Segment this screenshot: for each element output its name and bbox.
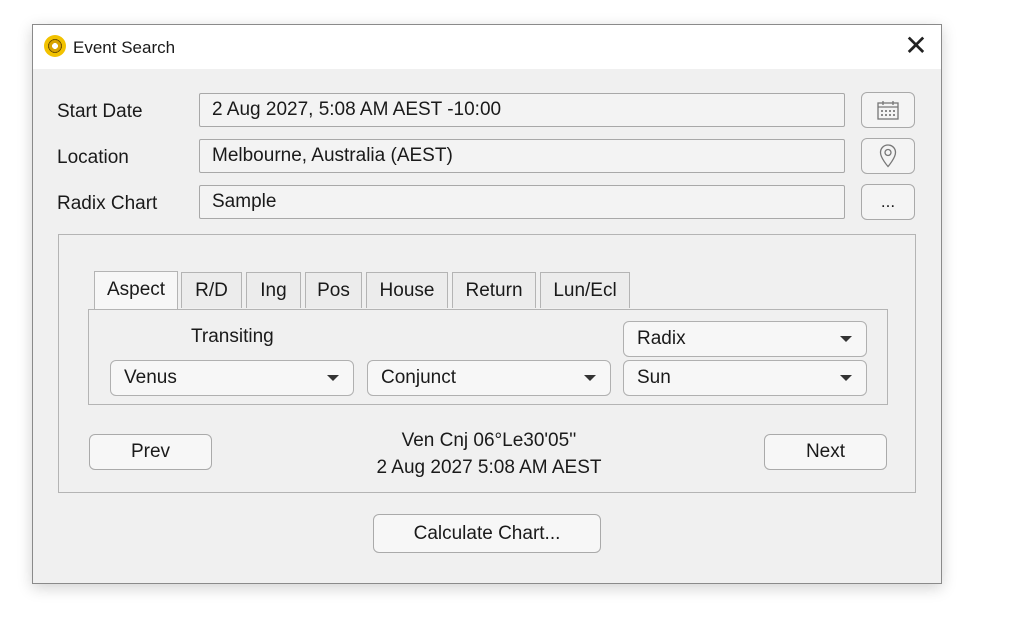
tab-aspect[interactable]: Aspect: [94, 271, 178, 309]
search-options-group: Aspect R/D Ing Pos House Return Lun/Ecl …: [58, 234, 916, 493]
tab-rd[interactable]: R/D: [181, 272, 242, 308]
app-logo-icon: [44, 35, 66, 57]
transiting-planet-value: Venus: [124, 367, 177, 388]
target-planet-value: Sun: [637, 367, 671, 388]
tab-house[interactable]: House: [366, 272, 448, 308]
target-type-value: Radix: [637, 328, 686, 349]
window-title: Event Search: [73, 38, 176, 57]
aspect-dropdown[interactable]: Conjunct: [367, 360, 611, 396]
aspect-tab-panel: Transiting Radix Venus Conjunct Sun: [88, 309, 888, 405]
next-button[interactable]: Next: [764, 434, 887, 470]
transiting-label: Transiting: [191, 326, 274, 347]
title-bar: Event Search ✕: [33, 25, 941, 69]
start-date-label: Start Date: [57, 101, 143, 122]
close-icon[interactable]: ✕: [901, 32, 931, 61]
chevron-down-icon: [840, 375, 852, 381]
tab-pos[interactable]: Pos: [305, 272, 362, 308]
aspect-value: Conjunct: [381, 367, 456, 388]
prev-button[interactable]: Prev: [89, 434, 212, 470]
location-field[interactable]: Melbourne, Australia (AEST): [199, 139, 845, 173]
chevron-down-icon: [584, 375, 596, 381]
map-pin-icon: [879, 144, 897, 168]
calendar-button[interactable]: [861, 92, 915, 128]
result-aspect-text: Ven Cnj 06°Le30'05'': [401, 430, 577, 451]
location-button[interactable]: [861, 138, 915, 174]
event-search-window: Event Search ✕ Start Date 2 Aug 2027, 5:…: [32, 24, 942, 584]
location-label: Location: [57, 147, 129, 168]
target-planet-dropdown[interactable]: Sun: [623, 360, 867, 396]
tab-lun-ecl[interactable]: Lun/Ecl: [540, 272, 630, 308]
tab-return[interactable]: Return: [452, 272, 536, 308]
radix-chart-label: Radix Chart: [57, 193, 158, 214]
transiting-planet-dropdown[interactable]: Venus: [110, 360, 354, 396]
chevron-down-icon: [840, 336, 852, 342]
target-type-dropdown[interactable]: Radix: [623, 321, 867, 357]
start-date-field[interactable]: 2 Aug 2027, 5:08 AM AEST -10:00: [199, 93, 845, 127]
calendar-icon: [877, 101, 899, 120]
chevron-down-icon: [327, 375, 339, 381]
tab-ing[interactable]: Ing: [246, 272, 301, 308]
browse-chart-button[interactable]: ...: [861, 184, 915, 220]
calculate-chart-button[interactable]: Calculate Chart...: [373, 514, 601, 553]
radix-chart-field[interactable]: Sample: [199, 185, 845, 219]
result-date-text: 2 Aug 2027 5:08 AM AEST: [376, 457, 602, 478]
